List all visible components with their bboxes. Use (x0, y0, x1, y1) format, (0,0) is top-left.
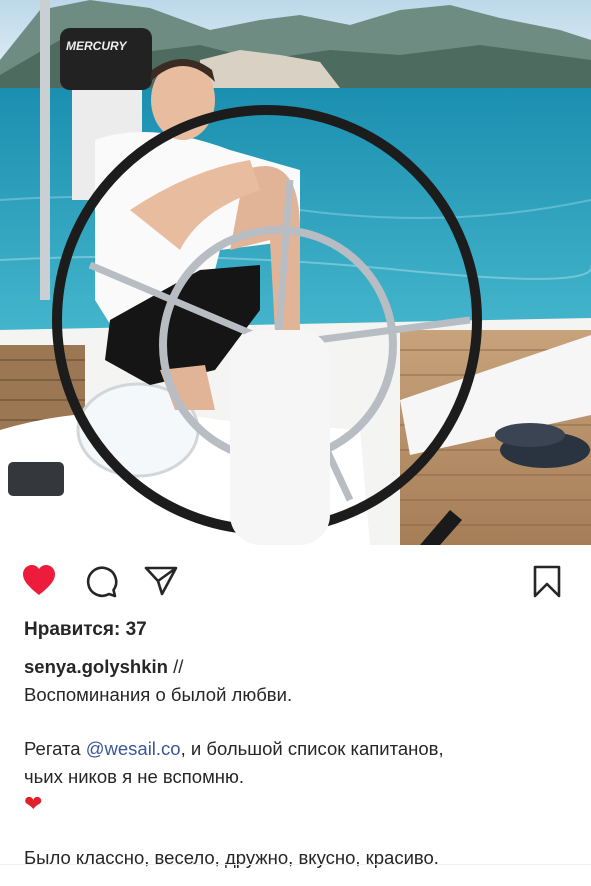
comment-icon (86, 566, 118, 598)
divider (0, 864, 591, 865)
yacht-helm-photo: MERCURY (0, 0, 591, 545)
mention-link[interactable]: @wesail.co (86, 738, 181, 759)
caption-line-2-suffix: , и большой список капитанов, (180, 738, 444, 759)
outboard-brand: MERCURY (66, 39, 127, 53)
post-action-bar (0, 545, 591, 615)
caption-line-2-prefix: Регата (24, 738, 86, 759)
caption-line-4: Было классно, весело, дружно, вкусно, кр… (24, 847, 439, 868)
caption-line-3: чьих ников я не вспомню. (24, 765, 245, 787)
save-button[interactable] (529, 563, 565, 599)
post-caption: senya.golyshkin // Воспоминания о былой … (24, 653, 574, 872)
caption-line-1: Воспоминания о былой любви. (24, 683, 293, 705)
comment-button[interactable] (83, 563, 119, 599)
caption-username[interactable]: senya.golyshkin (24, 656, 168, 677)
send-icon (144, 566, 178, 596)
heart-filled-icon (23, 565, 55, 595)
heart-emoji: ❤ (24, 791, 43, 816)
post-photo[interactable]: MERCURY (0, 0, 591, 545)
like-button[interactable] (21, 563, 57, 599)
likes-count[interactable]: Нравится: 37 (24, 619, 147, 641)
caption-username-suffix: // (167, 656, 184, 677)
share-button[interactable] (143, 563, 179, 599)
bookmark-icon (533, 565, 561, 598)
